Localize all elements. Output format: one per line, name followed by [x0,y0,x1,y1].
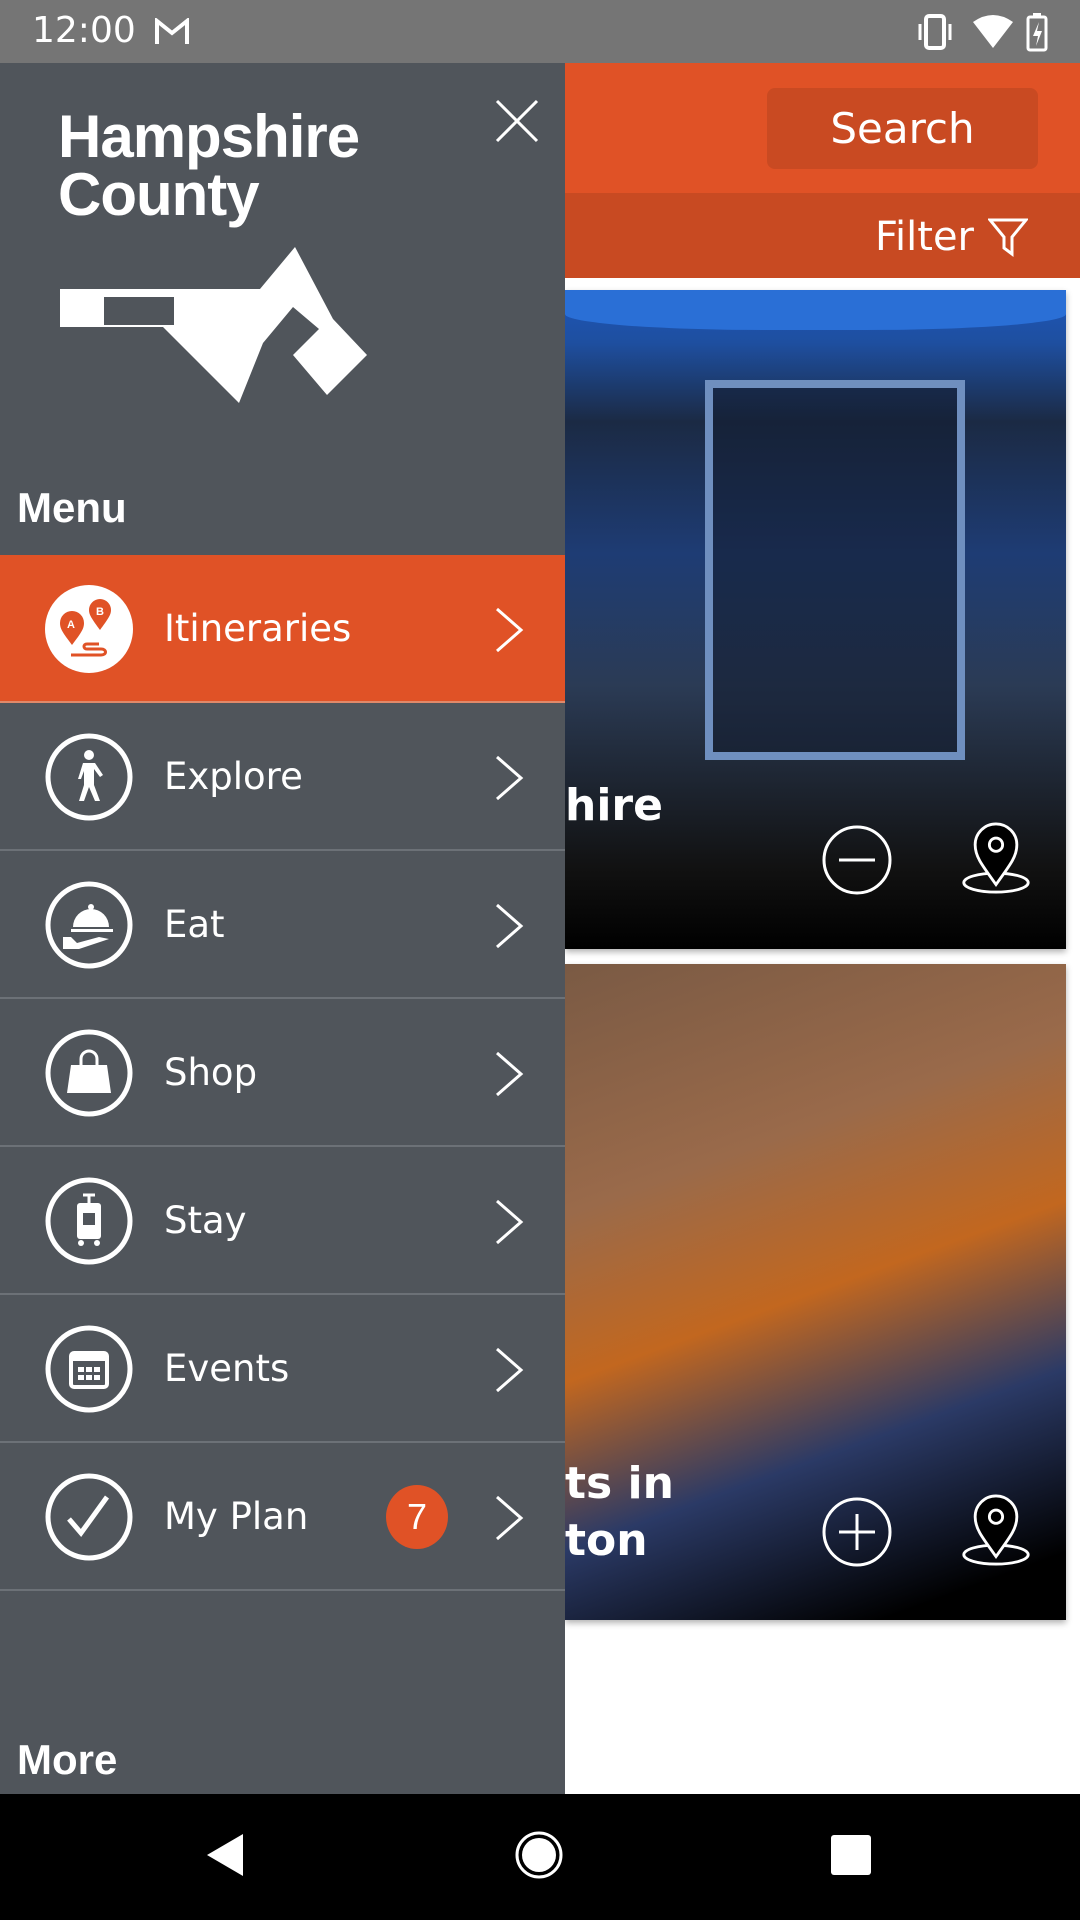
menu-item-label: Shop [164,1050,258,1094]
close-icon[interactable] [494,98,540,144]
menu-item-stay[interactable]: Stay [0,1147,565,1295]
navigation-drawer: Hampshire County Menu A B Itineraries Explo… [0,63,565,1794]
luggage-icon [45,1177,133,1265]
menu-item-label: My Plan [164,1494,309,1538]
menu-item-explore[interactable]: Explore [0,703,565,851]
serving-cloche-icon [45,881,133,969]
menu-item-label: Explore [164,754,303,798]
filter-label: Filter [874,214,974,260]
county-shape-logo-icon [60,247,367,403]
itinerary-icon: AB [45,585,133,673]
vibrate-icon [918,14,952,50]
walking-person-icon [45,733,133,821]
home-icon[interactable] [514,1830,564,1880]
checkmark-icon [45,1473,133,1561]
chevron-right-icon [496,1051,524,1097]
menu-item-label: Events [164,1346,290,1390]
add-to-plan-icon[interactable] [821,1496,893,1568]
menu-item-label: Eat [164,902,225,946]
menu-item-itineraries[interactable]: A B Itineraries [0,555,565,703]
menu-item-shop[interactable]: Shop [0,999,565,1147]
chevron-right-icon [496,607,524,653]
card-title-line2: ton [565,1515,648,1566]
chevron-right-icon [496,1495,524,1541]
filter-icon [988,218,1028,257]
awning-image [565,290,1066,330]
card-title: hire [565,780,663,831]
back-icon[interactable] [205,1832,245,1878]
shop-window-image [705,380,965,760]
remove-from-plan-icon[interactable] [821,824,893,896]
system-nav-bar [0,1794,1080,1920]
status-bar: 12:00 [0,0,1080,63]
calendar-icon [45,1325,133,1413]
chevron-right-icon [496,755,524,801]
map-pin-icon[interactable] [960,822,1032,894]
chevron-right-icon [496,903,524,949]
gmail-icon [155,18,189,44]
menu-heading: Menu [17,484,127,531]
plan-count-badge: 7 [386,1485,448,1549]
svg-text:B: B [96,606,104,618]
svg-text:A: A [67,619,75,631]
logo-line1: Hampshire [58,103,360,170]
menu-item-my-plan[interactable]: My Plan 7 [0,1443,565,1591]
battery-charging-icon [1026,13,1048,52]
chevron-right-icon [496,1199,524,1245]
card-title-line1: ts in [565,1458,674,1509]
logo-line2: County [58,161,260,228]
search-button[interactable]: Search [767,88,1038,169]
listing-card[interactable]: ts in ton [565,964,1066,1620]
shopping-bag-icon [45,1029,133,1117]
logo: Hampshire County [58,103,360,228]
filter-button[interactable]: Filter [875,214,1028,260]
recents-icon[interactable] [830,1834,872,1876]
listing-card[interactable]: hire [565,290,1066,949]
wifi-icon [973,15,1013,48]
status-time: 12:00 [32,10,136,51]
map-pin-icon[interactable] [960,1494,1032,1566]
menu-item-label: Stay [164,1198,247,1242]
menu-item-eat[interactable]: Eat [0,851,565,999]
menu-item-label: Itineraries [164,606,352,650]
more-heading: More [17,1736,118,1783]
menu-item-events[interactable]: Events [0,1295,565,1443]
chevron-right-icon [496,1347,524,1393]
